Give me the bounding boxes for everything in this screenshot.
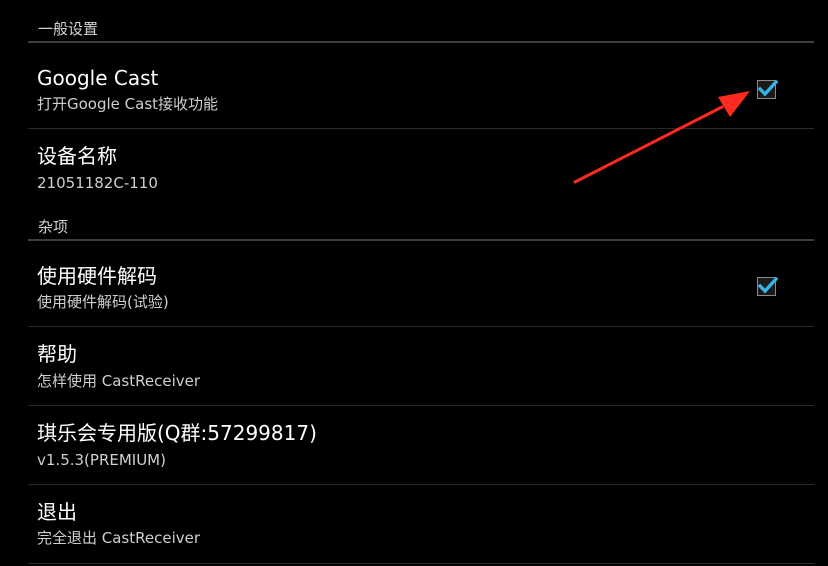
setting-row-version[interactable]: 琪乐会专用版(Q群:57299817) v1.5.3(PREMIUM) (28, 406, 814, 485)
device-name-title: 设备名称 (37, 144, 117, 168)
setting-row-device-name[interactable]: 设备名称 21051182C-110 (28, 129, 814, 209)
device-name-summary: 21051182C-110 (37, 174, 158, 192)
exit-title: 退出 (37, 500, 77, 524)
google-cast-summary: 打开Google Cast接收功能 (37, 95, 219, 113)
settings-screen: 一般设置 Google Cast 打开Google Cast接收功能 设备名称 … (0, 0, 828, 566)
hardware-decode-checkbox[interactable] (757, 276, 779, 296)
setting-row-help[interactable]: 帮助 怎样使用 CastReceiver (28, 327, 814, 406)
section-header-misc: 杂项 (28, 217, 814, 241)
google-cast-checkbox[interactable] (757, 79, 779, 99)
section-title-misc: 杂项 (38, 218, 69, 236)
setting-row-hardware-decode[interactable]: 使用硬件解码 使用硬件解码(试验) (28, 247, 814, 327)
exit-summary: 完全退出 CastReceiver (37, 529, 201, 547)
version-title: 琪乐会专用版(Q群:57299817) (37, 421, 317, 445)
section-title-general: 一般设置 (38, 20, 99, 38)
setting-row-google-cast[interactable]: Google Cast 打开Google Cast接收功能 (28, 50, 814, 129)
checkmark-icon (757, 276, 779, 294)
version-summary: v1.5.3(PREMIUM) (37, 451, 166, 469)
section-header-general: 一般设置 (28, 19, 814, 43)
help-title: 帮助 (37, 342, 77, 366)
hardware-decode-summary: 使用硬件解码(试验) (37, 293, 169, 311)
setting-row-exit[interactable]: 退出 完全退出 CastReceiver (28, 485, 814, 564)
checkmark-icon (757, 79, 779, 97)
hardware-decode-title: 使用硬件解码 (37, 264, 157, 288)
google-cast-title: Google Cast (37, 66, 159, 90)
help-summary: 怎样使用 CastReceiver (37, 372, 201, 390)
